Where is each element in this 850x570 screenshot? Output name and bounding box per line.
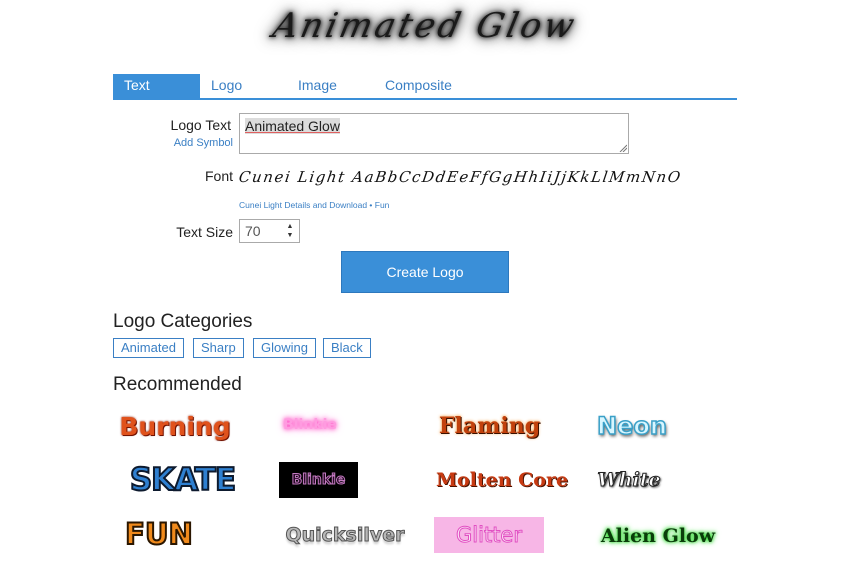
tab-logo[interactable]: Logo bbox=[211, 74, 242, 98]
recommended-glitter[interactable]: Glitter bbox=[434, 517, 544, 553]
recommended-fun[interactable]: FUN bbox=[120, 512, 198, 556]
tab-text[interactable]: Text bbox=[113, 74, 200, 98]
recommended-label: Flaming bbox=[438, 413, 541, 439]
stepper-down-icon[interactable]: ▼ bbox=[283, 231, 297, 240]
font-preview[interactable]: Cunei Light AaBbCcDdEeFfGgHhIiJjKkLlMmNn… bbox=[238, 168, 683, 186]
tab-composite[interactable]: Composite bbox=[385, 74, 452, 98]
recommended-skate[interactable]: SKATE bbox=[120, 458, 245, 502]
create-logo-button[interactable]: Create Logo bbox=[341, 251, 509, 293]
recommended-burning[interactable]: Burning bbox=[119, 406, 231, 446]
recommended-label: Blinkie bbox=[283, 417, 337, 433]
recommended-flaming[interactable]: Flaming bbox=[432, 406, 547, 446]
text-size-label: Text Size bbox=[176, 224, 233, 240]
tab-bar: Text Logo Image Composite bbox=[113, 74, 737, 100]
font-category-link[interactable]: Fun bbox=[375, 200, 390, 210]
logo-text-input[interactable]: Animated Glow bbox=[239, 113, 629, 154]
logo-text-value: Animated Glow bbox=[245, 118, 340, 134]
recommended-quicksilver[interactable]: Quicksilver bbox=[280, 517, 410, 553]
site-logo[interactable]: Animated Glow bbox=[0, 6, 850, 46]
add-symbol-link[interactable]: Add Symbol bbox=[130, 137, 233, 149]
logo-text-label: Logo Text bbox=[170, 117, 231, 133]
tab-image[interactable]: Image bbox=[298, 74, 337, 98]
font-separator: • bbox=[367, 200, 375, 210]
recommended-label: FUN bbox=[124, 516, 194, 552]
recommended-heading: Recommended bbox=[113, 374, 242, 395]
recommended-blinkie-black[interactable]: Blinkie bbox=[279, 462, 358, 498]
category-glowing[interactable]: Glowing bbox=[253, 338, 316, 358]
resize-grip-icon[interactable] bbox=[619, 144, 627, 152]
category-animated[interactable]: Animated bbox=[113, 338, 184, 358]
recommended-label: Glitter bbox=[456, 523, 523, 548]
recommended-white[interactable]: White bbox=[594, 464, 664, 496]
font-label: Font bbox=[204, 168, 233, 184]
logo-categories-heading: Logo Categories bbox=[113, 311, 253, 332]
recommended-label: Neon bbox=[596, 411, 667, 441]
recommended-label: White bbox=[597, 469, 661, 492]
recommended-molten-core[interactable]: Molten Core bbox=[432, 464, 572, 496]
text-size-stepper[interactable]: ▲ ▼ bbox=[283, 222, 297, 240]
text-size-input[interactable]: 70 ▲ ▼ bbox=[239, 219, 300, 243]
font-details-link[interactable]: Cunei Light Details and Download bbox=[239, 200, 367, 210]
category-black[interactable]: Black bbox=[323, 338, 371, 358]
recommended-alien-glow[interactable]: Alien Glow bbox=[594, 520, 722, 552]
text-size-value: 70 bbox=[245, 223, 261, 239]
font-details: Cunei Light Details and Download • Fun bbox=[239, 200, 389, 210]
category-sharp[interactable]: Sharp bbox=[193, 338, 244, 358]
recommended-label: Quicksilver bbox=[285, 524, 405, 547]
recommended-blinkie-pink[interactable]: Blinkie bbox=[278, 412, 342, 438]
stepper-up-icon[interactable]: ▲ bbox=[283, 222, 297, 231]
recommended-label: Alien Glow bbox=[600, 525, 716, 547]
recommended-label: Molten Core bbox=[435, 469, 569, 491]
recommended-label: Blinkie bbox=[291, 472, 346, 489]
recommended-neon[interactable]: Neon bbox=[592, 406, 672, 446]
recommended-label: SKATE bbox=[129, 461, 237, 499]
recommended-label: Burning bbox=[119, 411, 231, 441]
